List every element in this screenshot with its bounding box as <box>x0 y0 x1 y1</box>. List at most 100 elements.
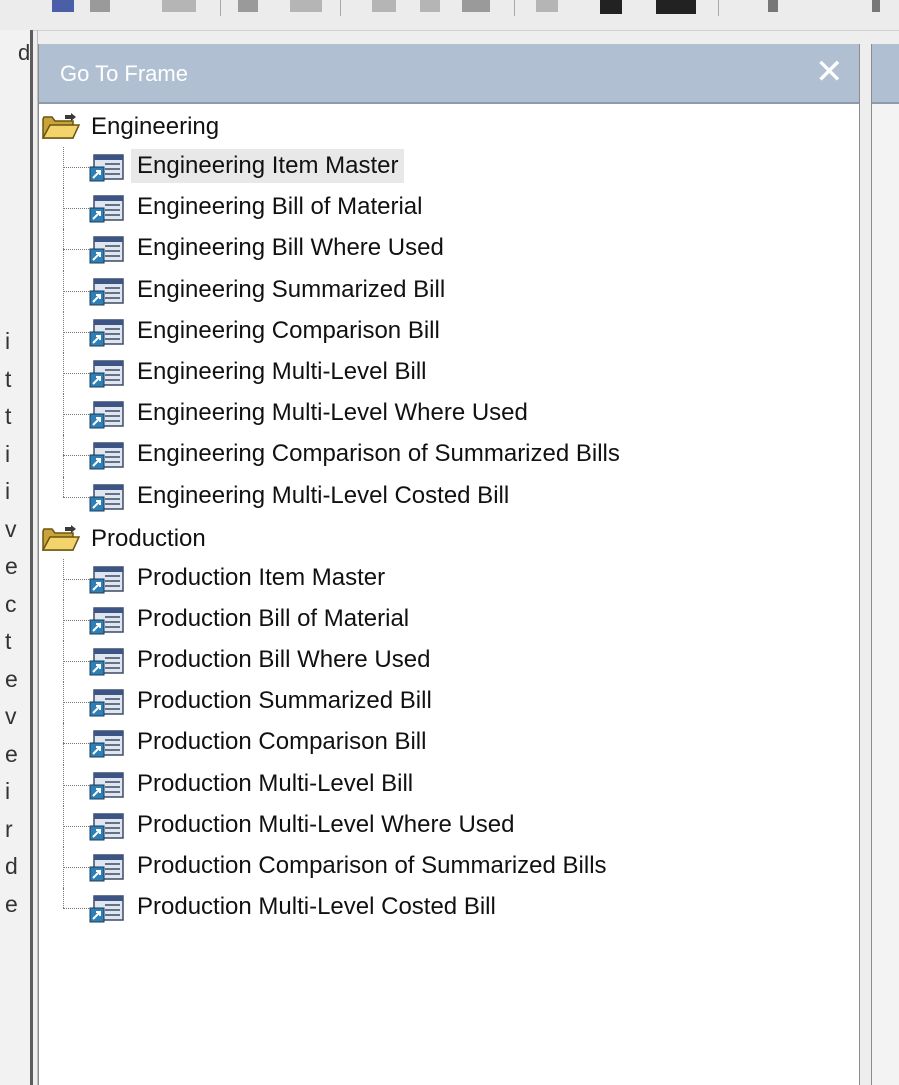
toolbar-button[interactable] <box>656 0 696 14</box>
toolbar-separator <box>220 0 221 16</box>
toolbar-button[interactable] <box>768 0 778 12</box>
tree-item-label: Production Summarized Bill <box>137 687 432 715</box>
tree-item-label: Engineering Comparison Bill <box>137 316 440 344</box>
toolbar-button[interactable] <box>420 0 440 12</box>
toolbar-button[interactable] <box>872 0 880 12</box>
tree-folder-production[interactable]: Production <box>39 518 859 559</box>
tree-connector <box>63 372 89 374</box>
frame-shortcut-icon <box>89 812 125 842</box>
tree-item[interactable]: Production Summarized Bill <box>39 682 859 724</box>
tree-item[interactable]: Engineering Multi-Level Where Used <box>39 394 859 436</box>
frame-shortcut-icon <box>89 194 125 224</box>
toolbar-separator <box>514 0 515 16</box>
frame-shortcut-icon <box>89 318 125 348</box>
tree-item-label: Engineering Bill of Material <box>137 193 423 221</box>
toolbar-separator <box>718 0 719 16</box>
tree-connector <box>63 455 89 457</box>
tree-item-label: Engineering Multi-Level Where Used <box>137 399 528 427</box>
tree-connector <box>63 908 89 910</box>
tree-folder-label: Production <box>91 524 206 552</box>
tree-connector <box>63 578 89 580</box>
tree-connector <box>63 496 89 498</box>
tree-item-label: Production Bill Where Used <box>137 646 431 674</box>
tree-connector <box>63 208 89 210</box>
tree-item-label: Engineering Multi-Level Bill <box>137 357 427 385</box>
tree-connector <box>63 331 89 333</box>
tree-item[interactable]: Production Bill of Material <box>39 599 859 642</box>
tree-item-label: Engineering Comparison of Summarized Bil… <box>137 440 620 468</box>
tree-item[interactable]: Engineering Item Master <box>39 147 859 189</box>
frame-shortcut-icon <box>89 359 125 389</box>
adjacent-panel-title-bar[interactable] <box>872 44 899 104</box>
tree-item[interactable]: Production Item Master <box>39 558 859 600</box>
toolbar-separator <box>340 0 341 16</box>
toolbar-button[interactable] <box>462 0 490 12</box>
tree-connector <box>63 476 64 497</box>
tree-connector <box>63 414 89 416</box>
adjacent-panel <box>871 44 899 1085</box>
frame-shortcut-icon <box>89 400 125 430</box>
toolbar-button[interactable] <box>162 0 196 12</box>
frame-shortcut-icon <box>89 894 125 924</box>
frame-shortcut-icon <box>89 235 125 265</box>
tree-connector <box>63 249 89 251</box>
background-text: d <box>18 40 31 65</box>
frame-shortcut-icon <box>89 771 125 801</box>
tree-item-label: Engineering Item Master <box>131 149 405 183</box>
tree-item[interactable]: Production Bill Where Used <box>39 641 859 683</box>
tree-item[interactable]: Engineering Comparison Bill <box>39 311 859 353</box>
tree-item[interactable]: Engineering Multi-Level Costed Bill <box>39 476 859 518</box>
tree-item-label: Engineering Bill Where Used <box>137 234 444 262</box>
tree-item-label: Production Comparison Bill <box>137 728 427 756</box>
toolbar-button[interactable] <box>600 0 622 14</box>
frame-shortcut-icon <box>89 565 125 595</box>
frame-tree: Engineering Engineering Item Master Engi… <box>39 106 859 929</box>
tree-item[interactable]: Production Multi-Level Costed Bill <box>39 888 859 929</box>
close-icon[interactable]: ✕ <box>815 55 844 89</box>
open-folder-icon <box>41 113 81 141</box>
frame-shortcut-icon <box>89 441 125 471</box>
tree-connector <box>63 743 89 745</box>
frame-shortcut-icon <box>89 688 125 718</box>
tree-item[interactable]: Production Comparison Bill <box>39 723 859 765</box>
tree-item[interactable]: Engineering Multi-Level Bill <box>39 352 859 395</box>
toolbar-button[interactable] <box>90 0 110 12</box>
toolbar-button[interactable] <box>52 0 74 12</box>
toolbar-button[interactable] <box>372 0 396 12</box>
tree-folder-engineering[interactable]: Engineering <box>39 106 859 147</box>
frame-shortcut-icon <box>89 853 125 883</box>
toolbar-button[interactable] <box>290 0 322 12</box>
panel-title-bar[interactable]: Go To Frame ✕ <box>39 44 859 104</box>
toolbar-button[interactable] <box>238 0 258 12</box>
toolbar <box>0 0 899 31</box>
tree-item-label: Engineering Multi-Level Costed Bill <box>137 481 510 509</box>
tree-connector <box>63 619 89 621</box>
frame-shortcut-icon <box>89 153 125 183</box>
tree-item[interactable]: Engineering Bill of Material <box>39 188 859 230</box>
tree-item-label: Engineering Summarized Bill <box>137 275 446 303</box>
tree-group: Production Production Item Master Produc… <box>39 518 859 930</box>
panel-title: Go To Frame <box>60 61 188 86</box>
tree-item-label: Production Bill of Material <box>137 604 410 632</box>
frame-shortcut-icon <box>89 483 125 513</box>
adjacent-panel-body <box>872 104 899 1085</box>
tree-connector <box>63 888 64 909</box>
tree-connector <box>63 784 89 786</box>
tree-item-label: Production Multi-Level Bill <box>137 769 414 797</box>
window-border <box>30 30 33 1085</box>
tree-group: Engineering Engineering Item Master Engi… <box>39 106 859 518</box>
tree-item[interactable]: Production Multi-Level Bill <box>39 764 859 806</box>
toolbar-button[interactable] <box>536 0 558 12</box>
go-to-frame-panel: Go To Frame ✕ Engineering Engineering It… <box>38 44 860 1085</box>
tree-item[interactable]: Production Multi-Level Where Used <box>39 805 859 847</box>
tree-item-label: Production Multi-Level Where Used <box>137 810 515 838</box>
tree-connector <box>63 867 89 868</box>
tree-item[interactable]: Engineering Comparison of Summarized Bil… <box>39 435 859 477</box>
tree-item[interactable]: Production Comparison of Summarized Bill… <box>39 847 859 889</box>
tree-connector <box>63 290 89 292</box>
tree-item-label: Production Multi-Level Costed Bill <box>137 893 496 921</box>
tree-item[interactable]: Engineering Summarized Bill <box>39 270 859 312</box>
tree-connector <box>63 661 89 663</box>
frame-shortcut-icon <box>89 647 125 677</box>
tree-item[interactable]: Engineering Bill Where Used <box>39 229 859 271</box>
